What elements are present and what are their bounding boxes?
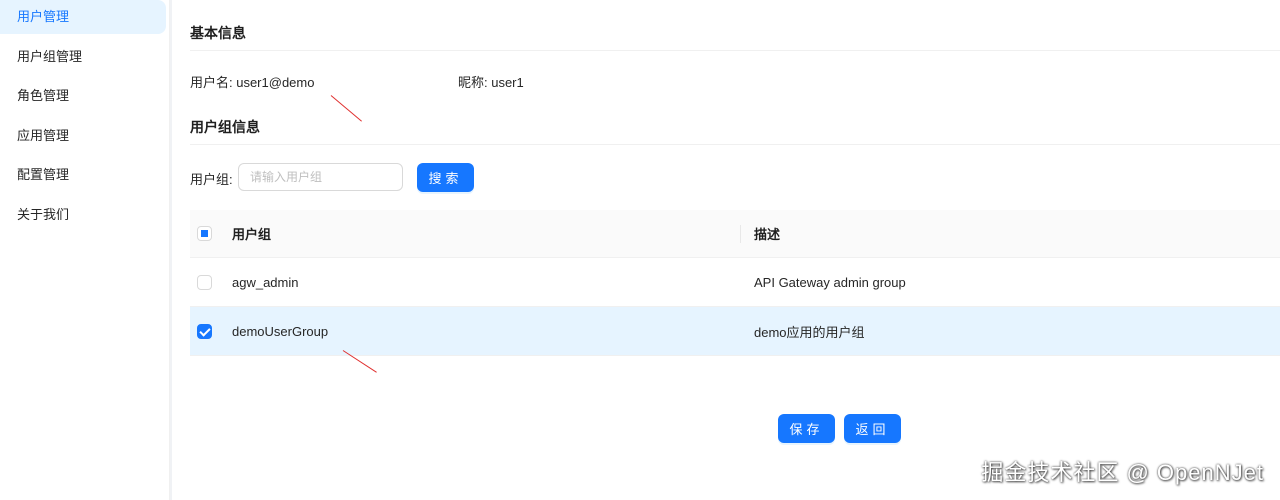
row-checkbox-cell	[190, 258, 218, 306]
group-info-title: 用户组信息	[190, 119, 260, 135]
username-text: 用户名: user1@demo	[190, 75, 315, 90]
nickname-text: 昵称: user1	[458, 75, 524, 90]
table-header-row: 用户组 描述	[190, 210, 1280, 258]
row-checkbox-cell	[190, 307, 218, 355]
main-content: 基本信息 用户名: user1@demo 昵称: user1 用户组信息 用户组…	[172, 0, 1280, 500]
group-name-cell: agw_admin	[232, 274, 299, 290]
group-description-cell: API Gateway admin group	[754, 274, 906, 290]
sidebar-item-role-management[interactable]: 角色管理	[0, 79, 166, 113]
table-row[interactable]: demoUserGroup demo应用的用户组	[190, 307, 1280, 356]
header-checkbox-cell	[190, 210, 218, 257]
sidebar-item-user-group-management[interactable]: 用户组管理	[0, 40, 166, 74]
select-all-checkbox[interactable]	[196, 226, 212, 241]
basic-info-divider	[190, 50, 1280, 51]
save-button[interactable]: 保存	[778, 414, 835, 443]
watermark-text: 掘金技术社区 @ OpenNJet	[981, 460, 1264, 485]
search-button[interactable]: 搜索	[417, 163, 474, 192]
sidebar-item-config-management[interactable]: 配置管理	[0, 158, 166, 192]
row-checkbox[interactable]	[196, 323, 212, 339]
sidebar: 用户管理 用户组管理 角色管理 应用管理 配置管理 关于我们	[0, 0, 170, 500]
annotation-arrow	[330, 95, 362, 122]
sidebar-item-app-management[interactable]: 应用管理	[0, 119, 166, 153]
user-group-table: 用户组 描述 agw_admin API Gateway admin group…	[190, 210, 1280, 356]
basic-info-title: 基本信息	[190, 25, 246, 41]
group-search-input[interactable]	[238, 163, 403, 191]
column-separator	[740, 225, 741, 243]
table-row[interactable]: agw_admin API Gateway admin group	[190, 258, 1280, 307]
column-header-description: 描述	[754, 227, 781, 242]
sidebar-item-user-management[interactable]: 用户管理	[0, 0, 166, 34]
group-description-cell: demo应用的用户组	[754, 324, 865, 340]
column-header-group: 用户组	[232, 227, 272, 242]
group-search-label: 用户组:	[190, 172, 233, 187]
sidebar-item-about-us[interactable]: 关于我们	[0, 198, 166, 232]
group-name-cell: demoUserGroup	[232, 323, 329, 339]
back-button[interactable]: 返回	[844, 414, 901, 443]
group-info-divider	[190, 144, 1280, 145]
row-checkbox[interactable]	[196, 274, 212, 290]
